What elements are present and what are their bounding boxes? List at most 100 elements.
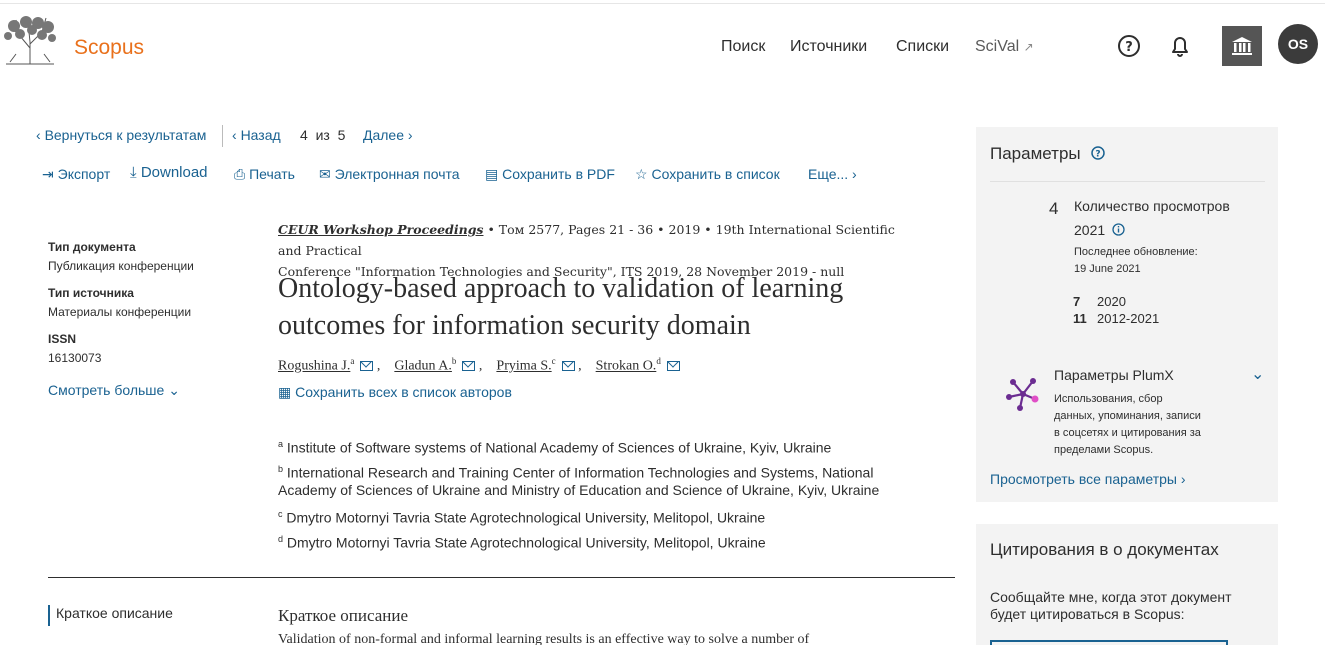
section-divider <box>48 577 955 578</box>
plumx-desc-line: пределами Scopus. <box>1054 444 1154 456</box>
next-link[interactable]: Далее › <box>363 127 413 143</box>
issn-label: ISSN <box>48 332 77 346</box>
metric-count: 7 <box>1073 294 1081 309</box>
elsevier-tree-logo[interactable] <box>2 14 58 66</box>
affiliation-text: Institute of Software systems of Nationa… <box>286 439 832 456</box>
chevron-left-icon: ‹ <box>232 127 241 143</box>
metrics-title-label: Параметры <box>990 144 1081 163</box>
previous-link[interactable]: ‹ Назад <box>232 127 281 143</box>
chevron-right-icon: › <box>404 127 413 143</box>
save-all-authors-button[interactable]: ▦ Сохранить всех в список авторов <box>278 384 512 401</box>
plumx-desc-line: в соцсетях и цитирования за <box>1054 427 1201 439</box>
source-type-value: Материалы конференции <box>48 305 192 319</box>
author-link[interactable]: Pryima S. <box>496 359 551 374</box>
affiliation-sup: c <box>278 509 283 519</box>
envelope-icon: ✉ <box>319 166 331 182</box>
scopus-brand[interactable]: Scopus <box>74 36 144 60</box>
nav-separator <box>222 125 223 147</box>
save-pdf-button[interactable]: ▤ Сохранить в PDF <box>485 166 615 183</box>
plumx-desc-line: Использования, сбор <box>1054 393 1163 405</box>
user-avatar[interactable]: OS <box>1278 24 1318 64</box>
views-year-value: 2021 <box>1074 222 1106 238</box>
author-affil-sup: c <box>551 356 556 366</box>
affiliation: d Dmytro Motornyi Tavria State Agrotechn… <box>278 529 918 554</box>
author-list: Rogushina J.a , Gladun A.b , Pryima S.c … <box>278 356 680 375</box>
author-separator: , <box>475 358 493 374</box>
email-icon[interactable] <box>360 361 374 372</box>
nav-lists[interactable]: Списки <box>896 38 949 56</box>
nav-scival[interactable]: SciVal ↗ <box>975 38 1034 56</box>
svg-text:?: ? <box>1125 40 1133 55</box>
plumx-desc-line: данных, упоминания, записи <box>1054 410 1201 422</box>
bell-icon[interactable] <box>1167 33 1193 59</box>
citation-alert-line: будет цитироваться в Scopus: <box>990 606 1185 622</box>
affiliation-text: Dmytro Motornyi Tavria State Agrotechnol… <box>286 534 766 551</box>
result-position: 4 из 5 <box>300 127 345 143</box>
affiliation-text: Dmytro Motornyi Tavria State Agrotechnol… <box>286 509 766 526</box>
result-of: из <box>315 127 330 143</box>
download-icon: ⤓ <box>130 164 137 181</box>
external-link-icon: ↗ <box>1023 40 1034 54</box>
more-label: Еще... <box>808 166 849 182</box>
plumx-title: Параметры PlumX <box>1054 367 1174 383</box>
export-label: Экспорт <box>57 166 111 182</box>
nav-sources[interactable]: Источники <box>790 38 867 56</box>
help-icon[interactable]: ? <box>1091 146 1106 160</box>
abstract-heading: Краткое описание <box>278 606 409 625</box>
author-link[interactable]: Strokan O. <box>596 359 657 374</box>
chevron-down-icon: ⌄ <box>168 382 180 398</box>
abstract-nav-item[interactable]: Краткое описание <box>48 605 173 626</box>
author-affil-sup: a <box>350 356 355 366</box>
help-icon[interactable]: ? <box>1116 33 1142 59</box>
see-more-link[interactable]: Смотреть больше ⌄ <box>48 382 180 399</box>
more-button[interactable]: Еще... › <box>808 166 857 182</box>
nav-search[interactable]: Поиск <box>721 38 765 56</box>
chevron-down-icon[interactable]: ⌄ <box>1251 364 1264 383</box>
views-year: 2021 <box>1074 222 1125 238</box>
affiliation-sup: b <box>278 464 284 474</box>
see-more-label: Смотреть больше <box>48 382 165 398</box>
chevron-left-icon: ‹ <box>36 127 45 143</box>
updated-label: Последнее обновление: <box>1074 246 1198 258</box>
print-label: Печать <box>249 166 295 182</box>
top-divider <box>0 3 1325 4</box>
author-link[interactable]: Gladun A. <box>394 359 452 374</box>
citation-alert-line: Сообщайте мне, когда этот документ <box>990 589 1232 605</box>
updated-date: 19 June 2021 <box>1074 263 1141 275</box>
export-icon: ⇥ <box>42 166 54 182</box>
save-to-list-button[interactable]: ☆ Сохранить в список <box>635 166 780 183</box>
email-icon[interactable] <box>666 361 680 372</box>
back-to-results-link[interactable]: ‹ Вернуться к результатам <box>36 127 206 143</box>
article-title-line2: outcomes for information security domain <box>278 310 751 341</box>
email-button[interactable]: ✉ Электронная почта <box>319 166 460 183</box>
affiliation-text: Academy of Sciences of Ukraine and Minis… <box>278 482 880 498</box>
article-title-line1: Ontology-based approach to validation of… <box>278 273 844 304</box>
journal-link[interactable]: CEUR Workshop Proceedings <box>278 222 483 237</box>
save-all-authors-label: Сохранить всех в список авторов <box>295 384 512 400</box>
citations-title: Цитирования в о документах <box>990 540 1219 559</box>
email-icon[interactable] <box>462 361 476 372</box>
views-count: 4 <box>1049 199 1059 218</box>
previous-label: Назад <box>240 127 281 143</box>
plumx-description: Использования, сбор данных, упоминания, … <box>1054 391 1201 459</box>
author-affil-sup: d <box>656 356 661 366</box>
download-button[interactable]: ⤓ Download <box>130 164 208 181</box>
export-button[interactable]: ⇥ Экспорт <box>42 166 110 183</box>
email-icon[interactable] <box>561 361 575 372</box>
printer-icon: ⎙ <box>234 166 246 182</box>
info-icon[interactable] <box>1112 223 1125 236</box>
author-link[interactable]: Rogushina J. <box>278 359 350 374</box>
metric-year: 2020 <box>1097 294 1126 309</box>
author-separator: , <box>373 358 391 374</box>
print-button[interactable]: ⎙ Печать <box>234 166 295 183</box>
metric-year: 2012-2021 <box>1097 311 1160 326</box>
set-citation-alert-button[interactable] <box>990 640 1228 645</box>
metrics-divider <box>990 181 1265 182</box>
affiliation-sup: d <box>278 534 284 544</box>
institution-button[interactable] <box>1222 26 1262 66</box>
affiliation: Academy of Sciences of Ukraine and Minis… <box>278 480 918 501</box>
next-label: Далее <box>363 127 405 143</box>
view-all-metrics-link[interactable]: Просмотреть все параметры › <box>990 471 1186 487</box>
institution-icon <box>1232 37 1252 55</box>
affiliation: a Institute of Software systems of Natio… <box>278 434 918 459</box>
